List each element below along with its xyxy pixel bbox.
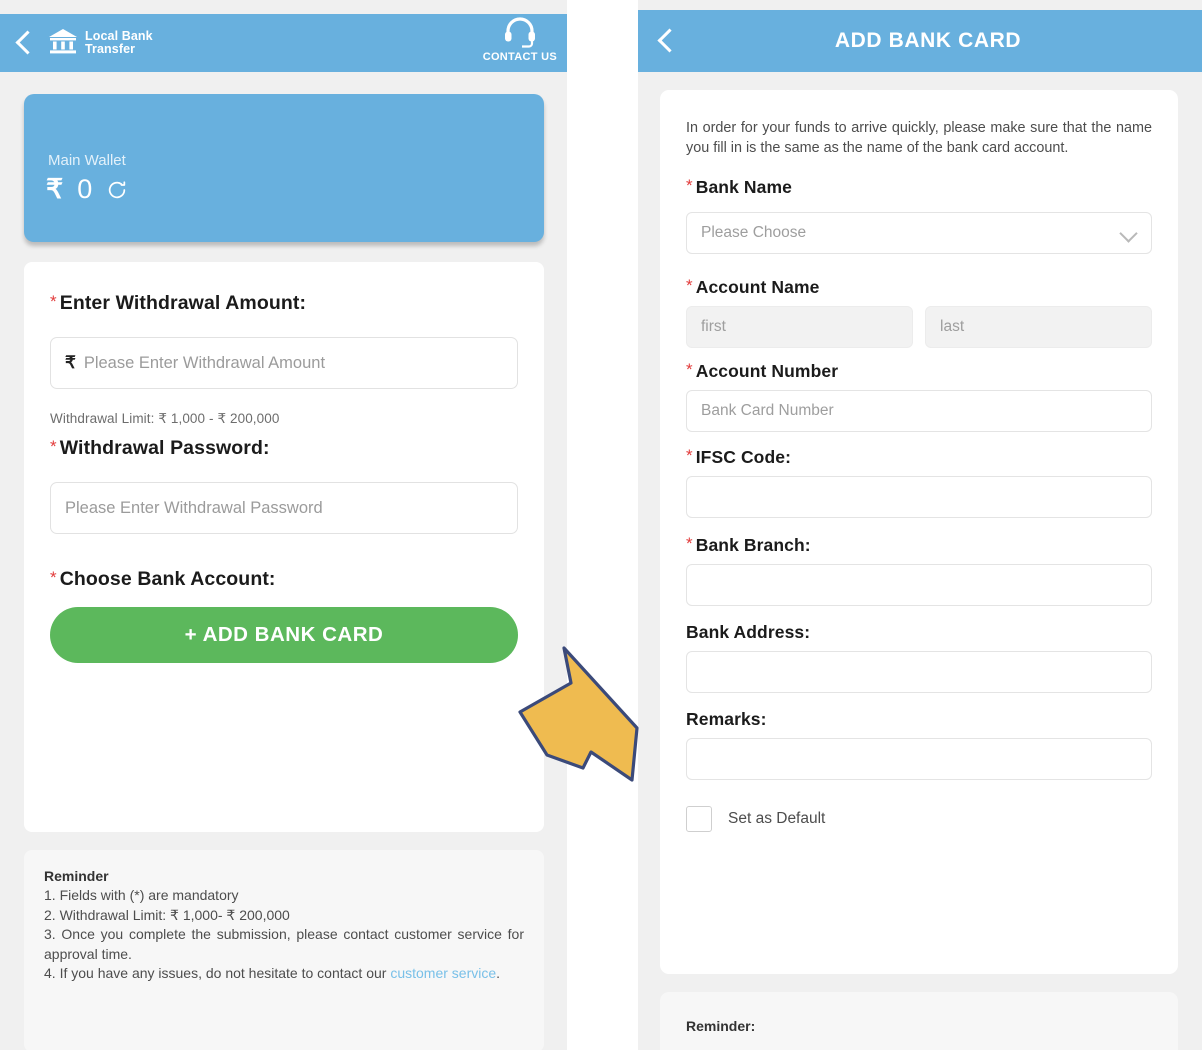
account-number-label-text: Account Number — [695, 361, 839, 381]
first-name-placeholder: first — [701, 318, 726, 335]
bank-name-select[interactable]: Please Choose — [686, 212, 1152, 254]
bank-branch-label: * Bank Branch: — [686, 534, 1152, 556]
withdrawal-amount-input[interactable]: ₹ Please Enter Withdrawal Amount — [50, 337, 518, 389]
rupee-prefix-icon: ₹ — [65, 353, 76, 372]
required-asterisk: * — [50, 568, 57, 587]
right-screen-body: In order for your funds to arrive quickl… — [638, 72, 1202, 1050]
brand-block: Local Bank Transfer — [48, 27, 153, 60]
withdrawal-password-label: * Withdrawal Password: — [50, 437, 518, 460]
withdrawal-limit-note: Withdrawal Limit: ₹ 1,000 - ₹ 200,000 — [50, 411, 280, 426]
first-name-input[interactable]: first — [686, 306, 913, 348]
required-asterisk: * — [686, 360, 693, 379]
required-asterisk: * — [686, 176, 693, 195]
right-header-bar: ADD BANK CARD — [638, 10, 1202, 72]
account-number-input[interactable]: Bank Card Number — [686, 390, 1152, 432]
withdrawal-screen: Local Bank Transfer CONTACT US Main Wall… — [0, 0, 567, 1050]
withdrawal-password-input[interactable]: Please Enter Withdrawal Password — [50, 482, 518, 534]
chevron-down-icon — [1119, 224, 1138, 243]
account-name-row: first last — [686, 306, 1152, 348]
wallet-currency-symbol: ₹ — [46, 174, 64, 204]
brand-line-1: Local Bank — [85, 28, 153, 43]
wallet-amount: 0 — [77, 174, 93, 204]
add-bank-card-screen: ADD BANK CARD In order for your funds to… — [638, 0, 1202, 1050]
account-number-label: * Account Number — [686, 360, 1152, 382]
choose-bank-account-label-text: Choose Bank Account: — [59, 568, 276, 590]
set-as-default-label: Set as Default — [728, 810, 826, 827]
wallet-balance-row: ₹ 0 — [46, 176, 128, 203]
last-name-placeholder: last — [940, 318, 965, 335]
reminder-line-3: 3. Once you complete the submission, ple… — [44, 926, 524, 962]
ifsc-code-label: * IFSC Code: — [686, 446, 1152, 468]
withdrawal-amount-label: * Enter Withdrawal Amount: — [50, 292, 518, 315]
reminder-line-1: 1. Fields with (*) are mandatory — [44, 887, 239, 903]
bank-name-label: * Bank Name — [686, 176, 1152, 198]
right-reminder-title: Reminder: — [686, 1018, 756, 1034]
bank-address-input[interactable] — [686, 651, 1152, 693]
required-asterisk: * — [50, 437, 57, 456]
remarks-input[interactable] — [686, 738, 1152, 780]
set-as-default-checkbox[interactable] — [686, 806, 712, 832]
choose-bank-account-label: * Choose Bank Account: — [50, 568, 518, 591]
left-reminder-card: Reminder 1. Fields with (*) are mandator… — [24, 850, 544, 1050]
reminder-line-4-post: . — [496, 965, 501, 981]
required-asterisk: * — [686, 534, 693, 553]
bank-card-form: In order for your funds to arrive quickl… — [660, 90, 1178, 974]
brand-name: Local Bank Transfer — [85, 28, 153, 57]
withdrawal-amount-label-text: Enter Withdrawal Amount: — [59, 292, 307, 314]
left-header-bar: Local Bank Transfer CONTACT US — [0, 14, 567, 72]
reminder-line-4-pre: 4. If you have any issues, do not hesita… — [44, 965, 391, 981]
wallet-label: Main Wallet — [48, 152, 126, 169]
reminder-line-2: 2. Withdrawal Limit: ₹ 1,000- ₹ 200,000 — [44, 906, 290, 923]
bank-branch-label-text: Bank Branch: — [695, 535, 811, 555]
brand-line-2: Transfer — [85, 42, 136, 56]
refresh-icon[interactable] — [106, 179, 128, 201]
bank-branch-input[interactable] — [686, 564, 1152, 606]
withdrawal-password-label-text: Withdrawal Password: — [59, 437, 270, 459]
add-bank-card-button[interactable]: + ADD BANK CARD — [50, 607, 518, 663]
set-as-default-row[interactable]: Set as Default — [686, 806, 1152, 832]
main-wallet-card[interactable]: Main Wallet ₹ 0 — [24, 94, 544, 242]
contact-us-button[interactable]: CONTACT US — [483, 16, 557, 63]
required-asterisk: * — [50, 292, 57, 311]
reminder-title: Reminder — [44, 868, 109, 884]
account-name-label: * Account Name — [686, 276, 1152, 298]
ifsc-code-label-text: IFSC Code: — [695, 447, 792, 467]
back-icon[interactable] — [12, 30, 38, 56]
withdrawal-password-placeholder: Please Enter Withdrawal Password — [65, 498, 323, 517]
required-asterisk: * — [686, 446, 693, 465]
bank-name-label-text: Bank Name — [695, 177, 792, 197]
customer-service-link[interactable]: customer service — [390, 965, 496, 981]
remarks-label: Remarks: — [686, 709, 767, 729]
bank-address-label: Bank Address: — [686, 622, 811, 642]
required-asterisk: * — [686, 276, 693, 295]
form-intro-text: In order for your funds to arrive quickl… — [686, 120, 1152, 156]
bank-icon — [48, 27, 78, 60]
ifsc-code-input[interactable] — [686, 476, 1152, 518]
page-title: ADD BANK CARD — [834, 29, 1022, 52]
withdrawal-form-card: * Enter Withdrawal Amount: ₹ Please Enter… — [24, 262, 544, 832]
headset-icon — [502, 16, 538, 53]
back-icon[interactable] — [654, 28, 680, 54]
screenshot-stage: Local Bank Transfer CONTACT US Main Wall… — [0, 0, 1202, 1050]
contact-us-label: CONTACT US — [482, 51, 557, 63]
withdrawal-amount-placeholder: Please Enter Withdrawal Amount — [83, 353, 326, 372]
bank-name-selected-value: Please Choose — [701, 224, 807, 241]
reminder-line-4: 4. If you have any issues, do not hesita… — [44, 964, 524, 984]
account-number-placeholder: Bank Card Number — [701, 402, 834, 419]
last-name-input[interactable]: last — [925, 306, 1152, 348]
account-name-label-text: Account Name — [695, 277, 820, 297]
left-screen-body: Main Wallet ₹ 0 * Enter Withdrawal Amount… — [0, 72, 567, 1050]
right-reminder-card: Reminder: — [660, 992, 1178, 1050]
